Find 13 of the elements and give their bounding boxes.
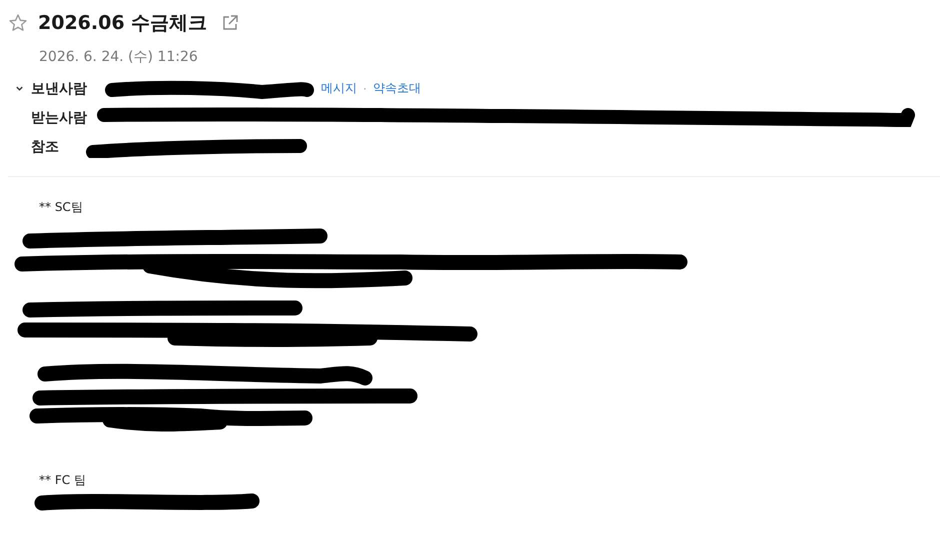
header-label: 보낸사람 (31, 80, 88, 98)
header-label: 참조 (31, 138, 60, 156)
section-heading: ** SC팀 (38, 199, 84, 216)
header-link[interactable]: 약속초대 (372, 80, 421, 97)
header-link[interactable]: 메시지 (321, 80, 357, 97)
external-link-icon[interactable] (221, 14, 240, 32)
mail-date: 2026. 6. 24. (수) 11:26 (38, 48, 199, 66)
separator-dot: · (363, 82, 367, 96)
section-heading: ** FC 팀 (38, 472, 87, 489)
chevron-icon[interactable] (15, 84, 24, 93)
header-label: 받는사람 (31, 108, 88, 126)
star-icon[interactable] (8, 13, 28, 33)
mail-title: 2026.06 수금체크 (38, 11, 208, 36)
